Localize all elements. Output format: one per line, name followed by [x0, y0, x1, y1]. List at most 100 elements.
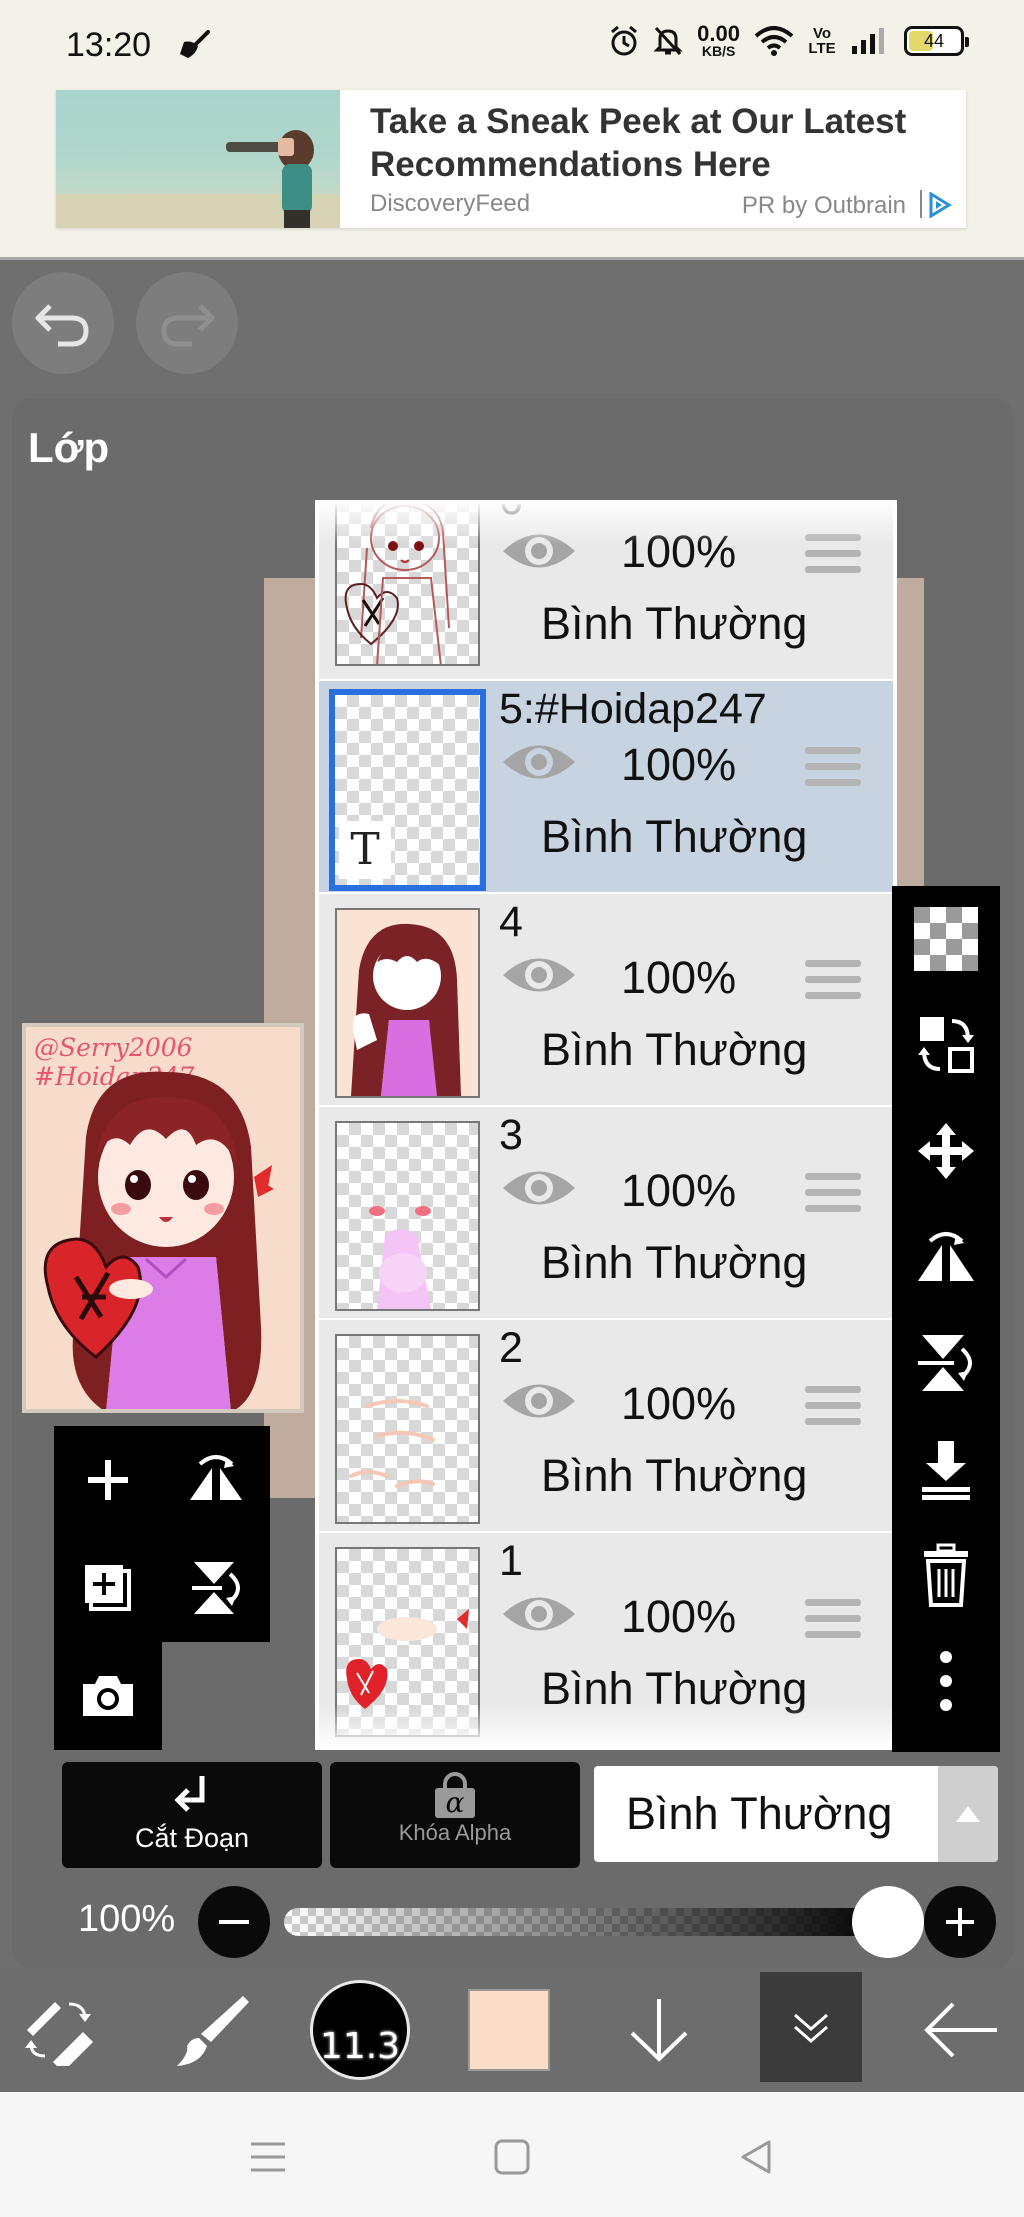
- layer-thumbnail[interactable]: [335, 908, 480, 1098]
- transparency-button[interactable]: [892, 886, 1000, 992]
- menu-icon: [251, 2142, 285, 2172]
- swap-layer-button[interactable]: [892, 992, 1000, 1098]
- opacity-increase-button[interactable]: [924, 1886, 996, 1958]
- more-vertical-icon: [940, 1651, 952, 1711]
- visibility-eye-icon[interactable]: [499, 950, 579, 1000]
- left-toolbox: [54, 1426, 270, 1750]
- layer-row-selected[interactable]: T 5:#Hoidap247 100% Bình Thường: [319, 681, 893, 894]
- arrow-left-icon: [924, 2002, 997, 2058]
- status-bar: 13:20 0.00 KB/S Vo LTE 44: [0, 0, 1024, 88]
- layer-thumbnail[interactable]: [335, 1121, 480, 1311]
- brush-size-button[interactable]: 11.3: [285, 1968, 435, 2092]
- back-button[interactable]: [886, 1968, 1024, 2092]
- ad-attribution[interactable]: PR by Outbrain: [742, 192, 906, 220]
- visibility-eye-icon[interactable]: [499, 526, 579, 576]
- drag-handle-icon[interactable]: [805, 534, 861, 582]
- ad-banner[interactable]: Take a Sneak Peek at Our Latest Recommen…: [56, 90, 966, 228]
- visibility-eye-icon[interactable]: [499, 1589, 579, 1639]
- opacity-decrease-button[interactable]: [198, 1886, 270, 1958]
- layer-row[interactable]: 3 100% Bình Thường: [319, 1107, 893, 1320]
- layer-name[interactable]: 1: [499, 1537, 523, 1586]
- brush-eraser-toggle-button[interactable]: [0, 1968, 136, 2092]
- flip-horizontal-button[interactable]: [162, 1426, 270, 1534]
- layer-thumbnail[interactable]: [335, 504, 480, 666]
- nav-back-button[interactable]: [726, 2132, 786, 2182]
- nav-home-button[interactable]: [482, 2132, 542, 2182]
- merge-down-button[interactable]: [892, 1416, 1000, 1522]
- layer-thumbnail[interactable]: [335, 1547, 480, 1737]
- opacity-slider-thumb[interactable]: [852, 1886, 924, 1958]
- flip-vertical-button[interactable]: [162, 1534, 270, 1642]
- move-button[interactable]: [892, 1098, 1000, 1204]
- layer-name[interactable]: 2: [499, 1324, 523, 1373]
- layer-opacity: 100%: [621, 526, 737, 577]
- visibility-eye-icon[interactable]: [499, 1376, 579, 1426]
- brush-tool-button[interactable]: [136, 1968, 286, 2092]
- layer-name[interactable]: 4: [499, 898, 523, 947]
- visibility-eye-icon[interactable]: [499, 737, 579, 787]
- canvas-preview[interactable]: @Serry2006 #Hoidap247: [22, 1023, 304, 1413]
- ad-image[interactable]: [56, 90, 340, 228]
- cleaner-icon: [180, 30, 210, 58]
- brush-icon: [177, 1996, 249, 2066]
- plus-icon: [88, 1460, 128, 1500]
- camera-button[interactable]: [54, 1642, 162, 1750]
- minus-icon: [219, 1920, 249, 1924]
- drag-handle-icon[interactable]: [805, 960, 861, 1008]
- alpha-lock-button[interactable]: α Khóa Alpha: [330, 1762, 580, 1868]
- visibility-eye-icon[interactable]: [499, 1163, 579, 1213]
- redo-button[interactable]: [136, 272, 238, 374]
- ad-title[interactable]: Take a Sneak Peek at Our Latest Recommen…: [370, 100, 960, 186]
- layer-opacity: 100%: [621, 1165, 737, 1216]
- layer-blend-mode: Bình Thường: [541, 1663, 808, 1714]
- layer-blend-mode: Bình Thường: [541, 811, 808, 862]
- layer-name[interactable]: 3: [499, 1111, 523, 1160]
- layer-row[interactable]: 1 100% Bình Thường: [319, 1533, 893, 1746]
- layer-opacity: 100%: [621, 952, 737, 1003]
- layer-thumbnail[interactable]: T: [329, 689, 486, 891]
- more-options-button[interactable]: [892, 1628, 1000, 1734]
- home-square-icon: [494, 2139, 530, 2175]
- redo-icon: [161, 304, 215, 347]
- move-icon: [918, 1123, 974, 1179]
- drag-handle-icon[interactable]: [805, 1599, 861, 1647]
- delete-layer-button[interactable]: [892, 1522, 1000, 1628]
- system-navigation-bar: [0, 2092, 1024, 2217]
- nav-menu-button[interactable]: [238, 2132, 298, 2182]
- collapse-panel-button[interactable]: [760, 1972, 862, 2082]
- color-picker-button[interactable]: [434, 1968, 584, 2092]
- clipping-button[interactable]: Cắt Đoạn: [62, 1762, 322, 1868]
- chevron-up-icon[interactable]: [938, 1766, 998, 1862]
- flip-layer-horizontal-button[interactable]: [892, 1204, 1000, 1310]
- layer-list[interactable]: 6 100% Bình Thường T 5:#Hoidap247 100% B…: [315, 500, 897, 1750]
- layer-row[interactable]: 4 100% Bình Thường: [319, 894, 893, 1107]
- adchoices-icon[interactable]: [928, 192, 952, 218]
- drag-handle-icon[interactable]: [805, 747, 861, 795]
- undo-button[interactable]: [12, 272, 114, 374]
- drag-handle-icon[interactable]: [805, 1173, 861, 1221]
- opacity-label: 100%: [78, 1898, 176, 1940]
- layer-name[interactable]: 5:#Hoidap247: [499, 685, 767, 734]
- checkerboard-icon: [914, 907, 978, 971]
- layer-row[interactable]: 2 100% Bình Thường: [319, 1320, 893, 1533]
- layer-opacity: 100%: [621, 1378, 737, 1429]
- signal-icon: [852, 28, 884, 54]
- layer-name[interactable]: 6: [499, 504, 523, 525]
- layer-thumbnail[interactable]: [335, 1334, 480, 1524]
- layer-opacity: 100%: [621, 1591, 737, 1642]
- wifi-icon: [754, 26, 794, 56]
- layer-opacity: 100%: [621, 739, 737, 790]
- mute-bell-icon: [653, 26, 683, 56]
- blend-mode-select[interactable]: Bình Thường: [594, 1766, 998, 1862]
- opacity-slider-track[interactable]: [284, 1908, 888, 1936]
- drag-handle-icon[interactable]: [805, 1386, 861, 1434]
- layer-row[interactable]: 6 100% Bình Thường: [319, 504, 893, 681]
- add-layer-button[interactable]: [54, 1426, 162, 1534]
- layer-panel: Lớp @Serry2006 #Hoidap247 6 100% Bình Th…: [12, 398, 1013, 1968]
- add-image-layer-button[interactable]: [54, 1534, 162, 1642]
- layer-blend-mode: Bình Thường: [541, 1450, 808, 1501]
- blend-mode-value: Bình Thường: [626, 1788, 893, 1839]
- layer-down-button[interactable]: [584, 1968, 734, 2092]
- flip-layer-vertical-button[interactable]: [892, 1310, 1000, 1416]
- trash-icon: [924, 1543, 968, 1607]
